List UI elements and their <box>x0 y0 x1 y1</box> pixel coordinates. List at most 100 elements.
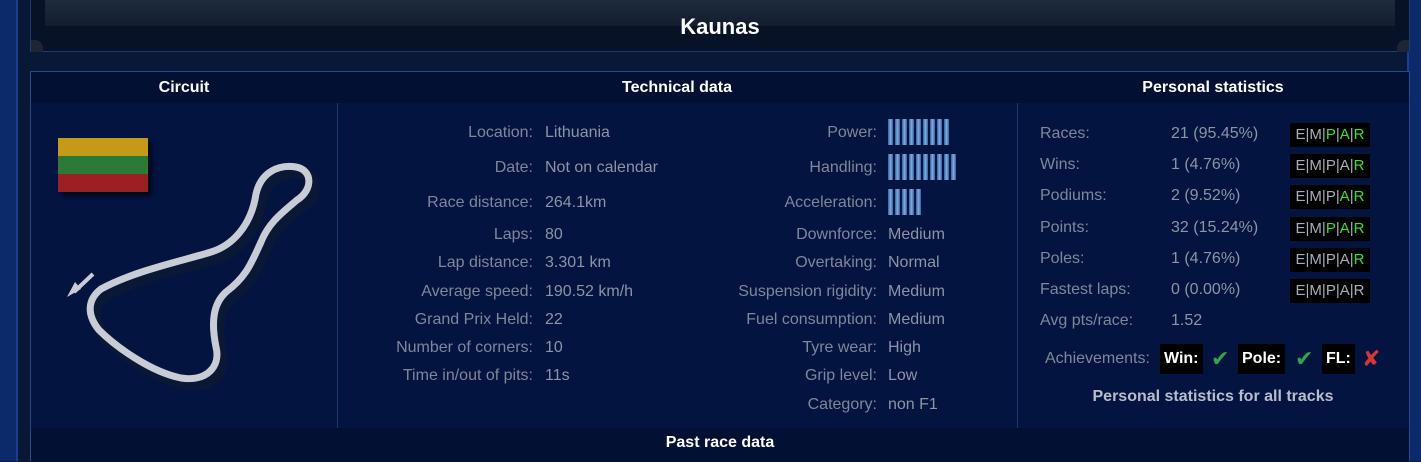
rating-bars <box>888 119 949 145</box>
difficulty-letter: A <box>1339 157 1350 174</box>
tech-value: 190.52 km/h <box>545 283 634 300</box>
difficulty-letter: P <box>1325 282 1336 299</box>
rating-bar-segment <box>902 119 907 145</box>
difficulty-letter: M <box>1309 220 1322 237</box>
tech-label: Location: <box>468 124 533 141</box>
stat-label: Poles: <box>1040 250 1085 267</box>
difficulty-letter: E <box>1295 188 1306 205</box>
tech-value: 80 <box>545 226 563 243</box>
stat-value: 2 (9.52%) <box>1171 187 1241 204</box>
tech-label: Fuel consumption: <box>746 311 877 328</box>
tech-value: 10 <box>545 339 563 356</box>
tech-value: 22 <box>545 311 563 328</box>
tech-label: Downforce: <box>796 226 877 243</box>
difficulty-letter: R <box>1353 282 1365 299</box>
stat-value: 32 (15.24%) <box>1171 219 1259 236</box>
rating-bar-segment <box>930 119 935 145</box>
tech-value: Medium <box>888 226 945 243</box>
past-race-header: Past race data <box>31 428 1409 462</box>
difficulty-letter: A <box>1339 126 1350 143</box>
difficulty-letter: A <box>1339 251 1350 268</box>
stat-value: 21 (95.45%) <box>1171 125 1259 142</box>
tech-label: Race distance: <box>427 194 533 211</box>
difficulty-letter: E <box>1295 251 1306 268</box>
difficulty-letter: P <box>1325 157 1336 174</box>
rating-bar-segment <box>909 154 914 180</box>
stat-value: 1.52 <box>1171 312 1203 329</box>
circuit-header: Circuit <box>31 72 337 103</box>
page-title: Kaunas <box>680 14 760 39</box>
difficulty-letter: R <box>1353 157 1365 174</box>
rating-bar-segment <box>916 154 921 180</box>
difficulty-letter: E <box>1295 282 1306 299</box>
stat-label: Races: <box>1040 125 1090 142</box>
rating-bars <box>888 154 956 180</box>
stat-label: Avg pts/race: <box>1040 312 1134 329</box>
rating-bar-segment <box>944 119 949 145</box>
stat-label: Wins: <box>1040 156 1080 173</box>
difficulty-letter: P <box>1325 126 1336 143</box>
rating-bar-segment <box>923 154 928 180</box>
tech-label: Tyre wear: <box>802 339 877 356</box>
all-tracks-link[interactable]: Personal statistics for all tracks <box>1017 388 1409 406</box>
tech-value: Low <box>888 367 918 384</box>
tech-label: Date: <box>494 159 533 176</box>
title-bar: Kaunas <box>30 0 1410 52</box>
difficulty-indicator: E|M|P|A|R <box>1290 154 1370 178</box>
difficulty-letter: P <box>1325 251 1336 268</box>
difficulty-letter: R <box>1353 188 1365 205</box>
difficulty-letter: P <box>1325 188 1336 205</box>
tech-label: Handling: <box>809 159 877 176</box>
tech-label: Grand Prix Held: <box>414 311 533 328</box>
tech-label: Average speed: <box>421 283 533 300</box>
difficulty-letter: R <box>1353 251 1365 268</box>
stat-label: Points: <box>1040 219 1089 236</box>
tech-value: non F1 <box>888 396 938 413</box>
difficulty-letter: E <box>1295 220 1306 237</box>
tech-value: Medium <box>888 283 945 300</box>
tech-label: Time in/out of pits: <box>402 367 533 384</box>
tech-label: Grip level: <box>804 367 877 384</box>
difficulty-indicator: E|M|P|A|R <box>1290 217 1370 241</box>
difficulty-indicator: E|M|P|A|R <box>1290 185 1370 209</box>
track-map <box>67 162 320 391</box>
stat-value: 1 (4.76%) <box>1171 156 1241 173</box>
tech-value: 3.301 km <box>545 254 611 271</box>
rating-bar-segment <box>937 154 942 180</box>
difficulty-letter: R <box>1353 220 1365 237</box>
tech-value: 264.1km <box>545 194 607 211</box>
rating-bar-segment <box>909 119 914 145</box>
difficulty-letter: E <box>1295 126 1306 143</box>
tech-label: Laps: <box>493 226 533 243</box>
stat-label: Podiums: <box>1040 187 1107 204</box>
column-divider <box>337 103 338 428</box>
rating-bar-segment <box>902 154 907 180</box>
personal-header: Personal statistics <box>1017 72 1409 103</box>
difficulty-letter: M <box>1309 157 1322 174</box>
technical-header: Technical data <box>337 72 1017 103</box>
check-icon: ✔ <box>1211 346 1230 371</box>
tech-value: Not on calendar <box>545 159 658 176</box>
difficulty-letter: M <box>1309 188 1322 205</box>
rating-bar-segment <box>888 189 893 215</box>
cross-icon: ✘ <box>1362 346 1381 371</box>
rating-bar-segment <box>895 154 900 180</box>
rating-bar-segment <box>902 189 907 215</box>
difficulty-indicator: E|M|P|A|R <box>1290 248 1370 272</box>
difficulty-letter: M <box>1309 126 1322 143</box>
rating-bar-segment <box>916 119 921 145</box>
win-badge: Win: <box>1160 344 1203 374</box>
difficulty-letter: R <box>1353 126 1365 143</box>
tech-value: Normal <box>888 254 940 271</box>
rating-bar-segment <box>944 154 949 180</box>
tech-label: Number of corners: <box>396 339 533 356</box>
difficulty-letter: M <box>1309 282 1322 299</box>
rating-bar-segment <box>916 189 921 215</box>
tech-label: Lap distance: <box>437 254 533 271</box>
track-info-panel: Circuit Technical data Personal statisti… <box>30 71 1410 462</box>
difficulty-letter: A <box>1339 220 1350 237</box>
fl-badge: FL: <box>1322 344 1355 374</box>
difficulty-letter: P <box>1325 220 1336 237</box>
tech-label: Power: <box>827 124 877 141</box>
column-divider <box>1017 103 1018 428</box>
